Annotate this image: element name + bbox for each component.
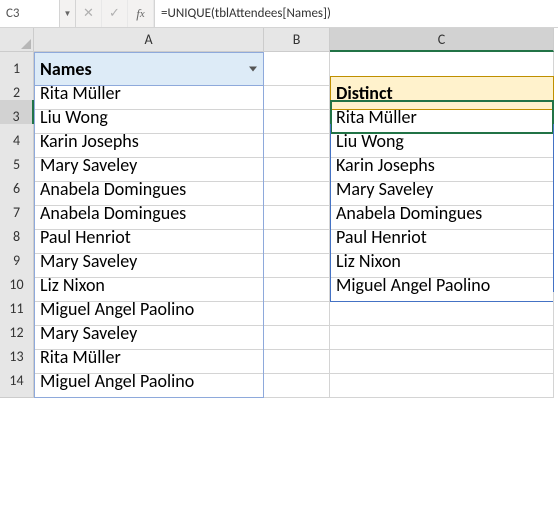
- row-header-14[interactable]: 14: [0, 364, 34, 398]
- name-box[interactable]: C3: [0, 0, 60, 27]
- insert-function-button[interactable]: fx: [128, 0, 154, 27]
- name-box-dropdown-icon[interactable]: ▼: [60, 0, 76, 27]
- column-header-a[interactable]: A: [34, 28, 264, 52]
- cancel-formula-icon: ✕: [76, 0, 102, 27]
- cell-a14[interactable]: Miguel Angel Paolino: [34, 364, 264, 398]
- accept-formula-icon: ✓: [102, 0, 128, 27]
- formula-bar: C3 ▼ ✕ ✓ fx =UNIQUE(tblAttendees[Names]): [0, 0, 558, 28]
- column-header-c[interactable]: C: [330, 28, 554, 52]
- formula-input[interactable]: =UNIQUE(tblAttendees[Names]): [154, 0, 558, 27]
- cell-c14[interactable]: [330, 364, 554, 398]
- select-all-corner[interactable]: [0, 28, 34, 52]
- column-header-b[interactable]: B: [264, 28, 330, 52]
- spreadsheet-grid: A B C 1 Names 2 Rita Müller Distinct 3 L…: [0, 28, 558, 388]
- cell-b14[interactable]: [264, 364, 330, 398]
